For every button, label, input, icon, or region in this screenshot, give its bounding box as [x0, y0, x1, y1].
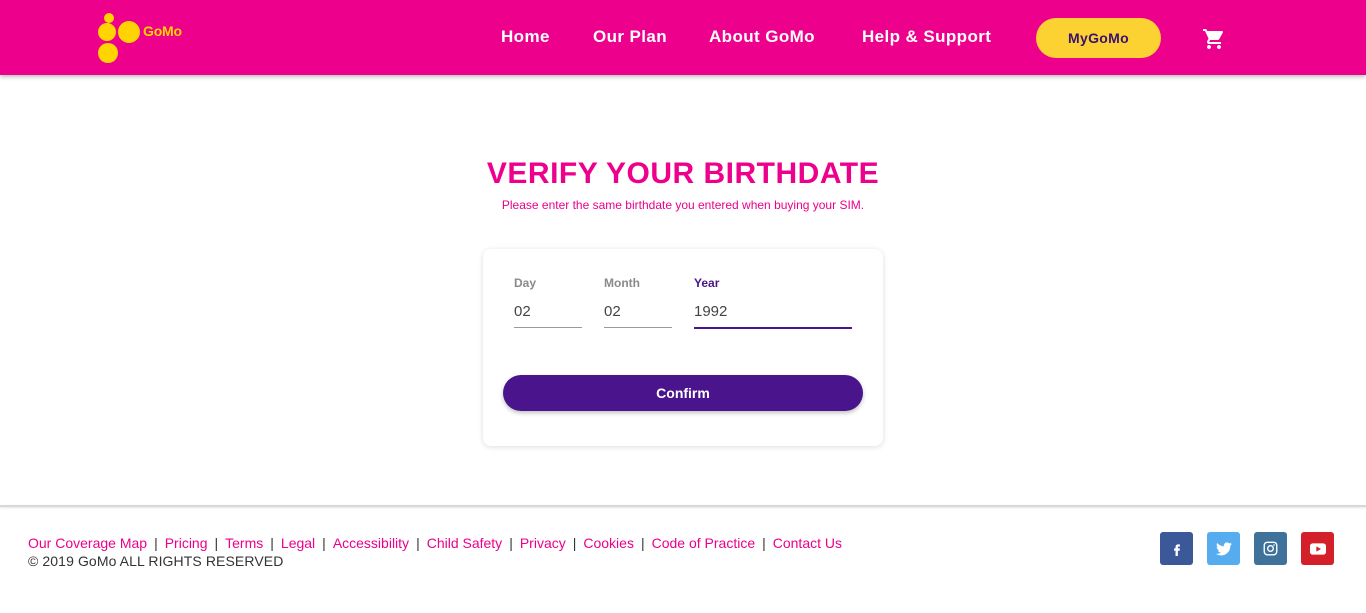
- page-subtitle: Please enter the same birthdate you ente…: [501, 198, 865, 212]
- footer-separator: |: [640, 535, 645, 551]
- confirm-button[interactable]: Confirm: [503, 375, 863, 411]
- footer-link-contact-us[interactable]: Contact Us: [773, 535, 842, 551]
- mygomo-button[interactable]: MyGoMo: [1036, 18, 1161, 58]
- year-input[interactable]: 1992: [694, 303, 852, 323]
- footer-separator: |: [509, 535, 513, 551]
- nav-our-plan[interactable]: Our Plan: [593, 27, 667, 49]
- twitter-icon[interactable]: [1207, 532, 1240, 565]
- footer-separator: |: [322, 535, 326, 551]
- footer-separator: |: [270, 535, 274, 551]
- footer-link-accessibility[interactable]: Accessibility: [333, 535, 409, 551]
- logo-dot: [98, 23, 116, 41]
- copyright-text: © 2019 GoMo ALL RIGHTS RESERVED: [28, 553, 284, 569]
- footer-link-coverage-map[interactable]: Our Coverage Map: [28, 535, 147, 551]
- footer-link-legal[interactable]: Legal: [281, 535, 315, 551]
- day-input[interactable]: 02: [514, 303, 582, 323]
- day-field[interactable]: Day 02: [514, 276, 582, 328]
- month-label: Month: [604, 276, 640, 290]
- month-underline: [604, 327, 672, 328]
- year-label: Year: [694, 276, 720, 290]
- day-label: Day: [514, 276, 537, 290]
- footer-link-child-safety[interactable]: Child Safety: [427, 535, 502, 551]
- footer-link-privacy[interactable]: Privacy: [520, 535, 566, 551]
- nav-about-gomo[interactable]: About GoMo: [709, 27, 815, 49]
- logo-dot: [104, 13, 114, 23]
- footer-separator: |: [762, 535, 766, 551]
- instagram-icon[interactable]: [1254, 532, 1287, 565]
- gomo-logo[interactable]: GoMo: [96, 11, 196, 65]
- footer-link-cookies[interactable]: Cookies: [583, 535, 634, 551]
- month-input[interactable]: 02: [604, 303, 672, 323]
- footer-links: Our Coverage Map | Pricing | Terms | Legal | Acc…: [28, 535, 842, 551]
- footer-separator: |: [154, 535, 158, 551]
- facebook-icon[interactable]: [1160, 532, 1193, 565]
- logo-dot: [118, 21, 140, 43]
- year-field[interactable]: Year 1992: [694, 276, 852, 329]
- page-title: VERIFY YOUR BIRTHDATE: [486, 157, 880, 190]
- footer-separator: |: [214, 535, 219, 551]
- footer-separator: |: [572, 535, 577, 551]
- logo-dot: [98, 43, 118, 63]
- footer-link-pricing[interactable]: Pricing: [165, 535, 208, 551]
- footer-separator: |: [416, 535, 420, 551]
- day-underline: [514, 327, 582, 328]
- footer-link-code-of-practice[interactable]: Code of Practice: [652, 535, 756, 551]
- shopping-cart-icon[interactable]: [1202, 27, 1226, 51]
- logo-text: GoMo: [143, 23, 182, 39]
- footer-divider: [0, 505, 1366, 507]
- month-field[interactable]: Month 02: [604, 276, 672, 328]
- nav-help-support[interactable]: Help & Support: [862, 27, 991, 49]
- year-underline: [694, 327, 852, 329]
- nav-home[interactable]: Home: [501, 27, 550, 49]
- youtube-icon[interactable]: [1301, 532, 1334, 565]
- birthdate-form-card: Day 02 Month 02 Year 1992 Confirm: [483, 249, 883, 446]
- site-header: GoMo Home Our Plan About GoMo Help & Sup…: [0, 0, 1366, 75]
- footer-link-terms[interactable]: Terms: [225, 535, 263, 551]
